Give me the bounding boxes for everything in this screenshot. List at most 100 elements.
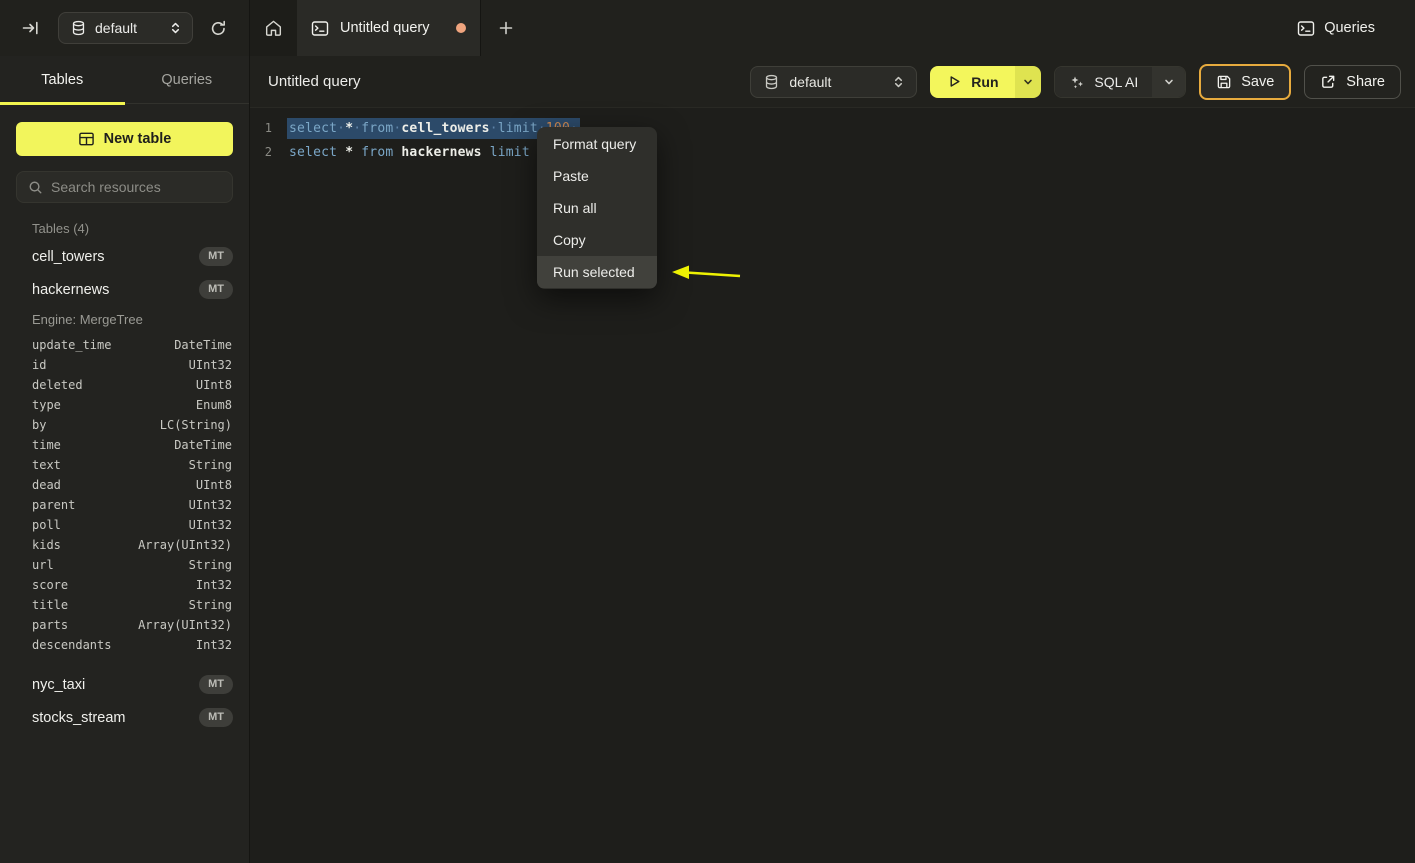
unsaved-indicator-dot bbox=[456, 23, 466, 33]
column-name: parent bbox=[32, 498, 189, 512]
column-type: UInt8 bbox=[196, 378, 232, 392]
share-icon bbox=[1320, 74, 1336, 90]
column-type: String bbox=[189, 598, 232, 612]
column-type: String bbox=[189, 558, 232, 572]
menu-item-format-query[interactable]: Format query bbox=[537, 128, 657, 160]
column-row: textString bbox=[0, 455, 249, 475]
database-icon bbox=[764, 74, 779, 90]
engine-badge: MT bbox=[199, 708, 233, 727]
chevron-updown-icon bbox=[892, 75, 905, 89]
new-tab-button[interactable] bbox=[481, 0, 530, 56]
query-toolbar: default Run bbox=[750, 64, 1401, 100]
save-button[interactable]: Save bbox=[1199, 64, 1291, 100]
menu-item-run-all[interactable]: Run all bbox=[537, 192, 657, 224]
column-type: UInt8 bbox=[196, 478, 232, 492]
column-name: parts bbox=[32, 618, 138, 632]
sidebar-tab-queries[interactable]: Queries bbox=[125, 56, 250, 103]
table-name: hackernews bbox=[32, 282, 199, 298]
database-selector[interactable]: default bbox=[58, 12, 193, 44]
sql-ai-button-group: SQL AI bbox=[1054, 66, 1186, 98]
sql-editor[interactable]: 1select·*·from·cell_towers·limit·100· 2 se… bbox=[250, 108, 1415, 863]
table-item-hackernews[interactable]: hackernewsMT bbox=[0, 273, 249, 306]
menu-item-run-selected[interactable]: Run selected bbox=[537, 256, 657, 288]
run-options-chevron[interactable] bbox=[1015, 66, 1041, 98]
play-icon bbox=[947, 74, 962, 89]
search-input[interactable] bbox=[51, 179, 221, 195]
column-row: partsArray(UInt32) bbox=[0, 615, 249, 635]
code-text: select * from hackernews limit bbox=[289, 145, 538, 160]
column-row: scoreInt32 bbox=[0, 575, 249, 595]
line-number: 2 bbox=[250, 145, 272, 159]
share-button[interactable]: Share bbox=[1304, 65, 1401, 99]
editor-line-1[interactable]: 1select·*·from·cell_towers·limit·100· bbox=[250, 116, 1415, 140]
column-name: time bbox=[32, 438, 174, 452]
save-label: Save bbox=[1241, 74, 1274, 90]
sql-ai-button[interactable]: SQL AI bbox=[1055, 67, 1152, 97]
column-name: poll bbox=[32, 518, 189, 532]
queries-button[interactable]: Queries bbox=[1297, 0, 1415, 56]
queries-terminal-icon bbox=[1297, 20, 1315, 37]
terminal-icon bbox=[311, 20, 329, 37]
table-name: stocks_stream bbox=[32, 710, 199, 726]
editor-line-2[interactable]: 2 select * from hackernews limit bbox=[250, 140, 1415, 164]
column-name: kids bbox=[32, 538, 138, 552]
table-item-stocks_stream[interactable]: stocks_streamMT bbox=[0, 701, 249, 734]
engine-label: Engine: MergeTree bbox=[0, 306, 249, 330]
column-type: Int32 bbox=[196, 578, 232, 592]
column-row: urlString bbox=[0, 555, 249, 575]
menu-item-paste[interactable]: Paste bbox=[537, 160, 657, 192]
database-selector-value: default bbox=[95, 20, 160, 36]
line-number: 1 bbox=[250, 121, 272, 135]
main-area: Untitled query default bbox=[250, 56, 1415, 863]
column-row: idUInt32 bbox=[0, 355, 249, 375]
sidebar-tabs: Tables Queries bbox=[0, 56, 249, 104]
search-box bbox=[16, 171, 233, 203]
sidebar-tab-tables[interactable]: Tables bbox=[0, 56, 125, 103]
sidebar: Tables Queries New table Tables (4) cell… bbox=[0, 56, 250, 863]
column-name: id bbox=[32, 358, 189, 372]
column-type: DateTime bbox=[174, 438, 232, 452]
sql-ai-label: SQL AI bbox=[1094, 74, 1138, 90]
table-item-cell_towers[interactable]: cell_towersMT bbox=[0, 240, 249, 273]
toolbar-database-selector[interactable]: default bbox=[750, 66, 917, 98]
queries-label: Queries bbox=[1324, 20, 1375, 36]
run-button[interactable]: Run bbox=[930, 66, 1015, 98]
collapse-sidebar-icon[interactable] bbox=[22, 20, 39, 36]
column-row: parentUInt32 bbox=[0, 495, 249, 515]
engine-badge: MT bbox=[199, 280, 233, 299]
columns-list: update_timeDateTimeidUInt32deletedUInt8t… bbox=[0, 335, 249, 655]
editor-context-menu: Format queryPasteRun allCopyRun selected bbox=[537, 127, 657, 289]
database-icon bbox=[71, 20, 86, 36]
query-header: Untitled query default bbox=[250, 56, 1415, 108]
new-table-label: New table bbox=[104, 131, 172, 147]
column-name: deleted bbox=[32, 378, 196, 392]
new-table-button[interactable]: New table bbox=[16, 122, 233, 156]
table-name: nyc_taxi bbox=[32, 677, 199, 693]
column-name: title bbox=[32, 598, 189, 612]
column-type: UInt32 bbox=[189, 518, 232, 532]
column-type: Int32 bbox=[196, 638, 232, 652]
share-label: Share bbox=[1346, 74, 1385, 90]
menu-item-copy[interactable]: Copy bbox=[537, 224, 657, 256]
engine-badge: MT bbox=[199, 675, 233, 694]
column-name: score bbox=[32, 578, 196, 592]
column-type: Enum8 bbox=[196, 398, 232, 412]
home-button[interactable] bbox=[250, 0, 297, 56]
top-bar: default Untitled query Queries bbox=[0, 0, 1415, 56]
save-icon bbox=[1216, 74, 1232, 90]
column-name: text bbox=[32, 458, 189, 472]
table-item-nyc_taxi[interactable]: nyc_taxiMT bbox=[0, 668, 249, 701]
column-row: timeDateTime bbox=[0, 435, 249, 455]
toolbar-database-value: default bbox=[789, 74, 882, 90]
column-row: descendantsInt32 bbox=[0, 635, 249, 655]
sql-ai-chevron[interactable] bbox=[1152, 67, 1185, 97]
column-row: titleString bbox=[0, 595, 249, 615]
column-row: pollUInt32 bbox=[0, 515, 249, 535]
column-type: DateTime bbox=[174, 338, 232, 352]
run-label: Run bbox=[971, 74, 998, 90]
tab-label: Untitled query bbox=[340, 20, 429, 36]
refresh-icon[interactable] bbox=[210, 20, 227, 37]
tab-untitled-query[interactable]: Untitled query bbox=[297, 0, 481, 56]
column-name: type bbox=[32, 398, 196, 412]
column-row: deadUInt8 bbox=[0, 475, 249, 495]
